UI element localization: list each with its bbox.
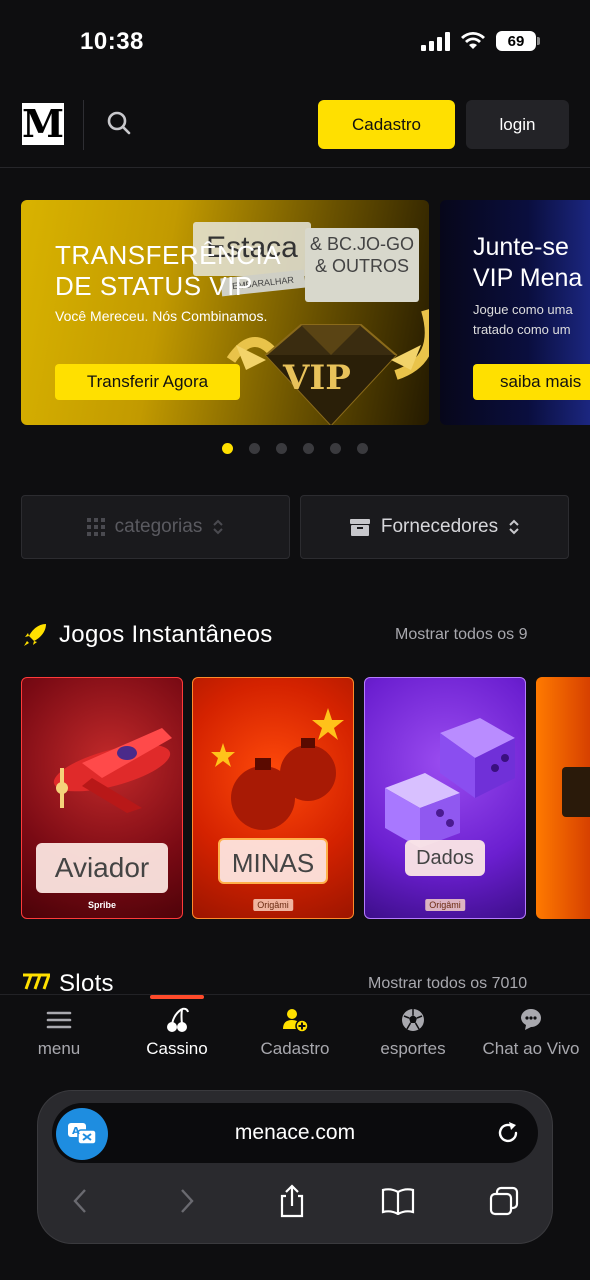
rocket-icon: [24, 624, 46, 646]
forward-button[interactable]: [169, 1183, 205, 1219]
fornecedores-dropdown[interactable]: Fornecedores: [300, 495, 569, 559]
nav-label: Cadastro: [260, 1039, 330, 1058]
site-logo[interactable]: M: [22, 103, 64, 145]
airplane-art: [53, 728, 172, 813]
browser-toolbar: A menace.com: [38, 1091, 552, 1243]
game-card-dados[interactable]: Dados Origâmi: [364, 677, 526, 919]
banner-subtitle: Você Mereceu. Nós Combinamos.: [55, 308, 268, 324]
back-button[interactable]: [62, 1183, 98, 1219]
carousel-dot[interactable]: [303, 443, 314, 454]
menu-icon: [46, 1011, 72, 1029]
carousel-dot[interactable]: [222, 443, 233, 454]
back-icon: [73, 1189, 86, 1213]
saiba-mais-button[interactable]: saiba mais: [473, 364, 590, 400]
nav-item-esportes[interactable]: esportes: [354, 1005, 472, 1059]
slots-777-icon: [23, 973, 50, 990]
chat-icon: [521, 1009, 541, 1030]
promo-banner-vip-join[interactable]: Junte-se VIP Mena Jogue como uma tratado…: [440, 200, 590, 425]
promo-banner-vip-transfer[interactable]: Estaca EMBARALHAR & BC.JO-GO & OUTROS VI…: [21, 200, 429, 425]
banner-subtitle: Jogue como uma tratado como um: [473, 302, 573, 337]
url-text: menace.com: [234, 1121, 356, 1144]
show-all-instant-games-link[interactable]: Mostrar todos os 9: [395, 626, 528, 644]
soccer-ball-icon: [402, 1009, 424, 1031]
add-user-icon: [283, 1009, 308, 1033]
game-title: Dados: [405, 840, 485, 876]
fornecedores-label: Fornecedores: [380, 516, 499, 537]
site-header: M Cadastro login: [0, 90, 590, 168]
transferir-agora-button[interactable]: Transferir Agora: [55, 364, 240, 400]
carousel-dot[interactable]: [357, 443, 368, 454]
share-icon: [280, 1184, 304, 1218]
cherries-icon: [167, 1007, 189, 1032]
box-icon: [349, 519, 370, 536]
game-card-aviador[interactable]: Aviador Spribe: [21, 677, 183, 919]
dice-art: [385, 718, 515, 848]
nav-label: Cassino: [146, 1039, 208, 1058]
vip-text: VIP: [283, 358, 351, 398]
nav-item-menu[interactable]: menu: [0, 1005, 118, 1059]
game-provider: Origâmi: [253, 899, 293, 911]
carousel-dot[interactable]: [249, 443, 260, 454]
bookmarks-button[interactable]: [380, 1183, 416, 1219]
search-icon[interactable]: [104, 108, 134, 138]
wifi-icon: [461, 32, 485, 49]
chevron-updown-icon: [213, 519, 224, 535]
book-icon: [381, 1188, 415, 1215]
bomb-art: [211, 708, 344, 830]
header-divider: [83, 100, 84, 150]
address-bar[interactable]: A menace.com: [52, 1103, 538, 1163]
game-provider: Origâmi: [425, 899, 465, 911]
categorias-dropdown[interactable]: categorias: [21, 495, 290, 559]
grid-icon: [86, 518, 105, 536]
game-card-art: [562, 767, 590, 817]
bottom-navigation: menu Cassino Cadastro esportes Chat ao V…: [0, 994, 590, 1090]
game-title: Aviador: [36, 843, 168, 893]
nav-item-cassino[interactable]: Cassino: [118, 1005, 236, 1059]
nav-label: menu: [37, 1039, 81, 1058]
nav-label: esportes: [380, 1039, 446, 1058]
status-bar: 10:38 69: [0, 0, 590, 86]
show-all-slots-link[interactable]: Mostrar todos os 7010: [368, 975, 527, 993]
nav-item-cadastro[interactable]: Cadastro: [236, 1005, 354, 1059]
reload-icon[interactable]: [494, 1119, 522, 1147]
active-tab-indicator: [150, 995, 204, 999]
bcjogo-tag: & BC.JO-GO & OUTROS: [305, 228, 419, 302]
game-provider: Spribe: [87, 900, 117, 910]
categorias-label: categorias: [114, 516, 203, 537]
login-button[interactable]: login: [466, 100, 569, 149]
forward-icon: [181, 1189, 194, 1213]
tabs-icon: [489, 1186, 519, 1216]
carousel-dot[interactable]: [330, 443, 341, 454]
browser-tools: [38, 1183, 552, 1223]
banner-title: TRANSFERÊNCIA DE STATUS VIP: [55, 240, 280, 301]
chevron-updown-icon: [509, 519, 519, 535]
tabs-button[interactable]: [486, 1183, 522, 1219]
status-time: 10:38: [80, 28, 144, 55]
status-indicators: 69: [421, 31, 540, 51]
carousel-pagination: [222, 443, 368, 454]
cellular-signal-icon: [421, 31, 450, 51]
carousel-dot[interactable]: [276, 443, 287, 454]
game-title: MINAS: [218, 838, 328, 884]
game-card-minas[interactable]: MINAS Origâmi: [192, 677, 354, 919]
section-title-instant-games: Jogos Instantâneos: [59, 621, 273, 648]
banner-title: Junte-se VIP Mena: [473, 233, 583, 292]
battery-icon: 69: [496, 31, 540, 51]
nav-label: Chat ao Vivo: [482, 1039, 580, 1058]
cadastro-button[interactable]: Cadastro: [318, 100, 455, 149]
share-button[interactable]: [274, 1183, 310, 1219]
nav-item-chat[interactable]: Chat ao Vivo: [472, 1005, 590, 1059]
game-card-partial[interactable]: [536, 677, 590, 919]
